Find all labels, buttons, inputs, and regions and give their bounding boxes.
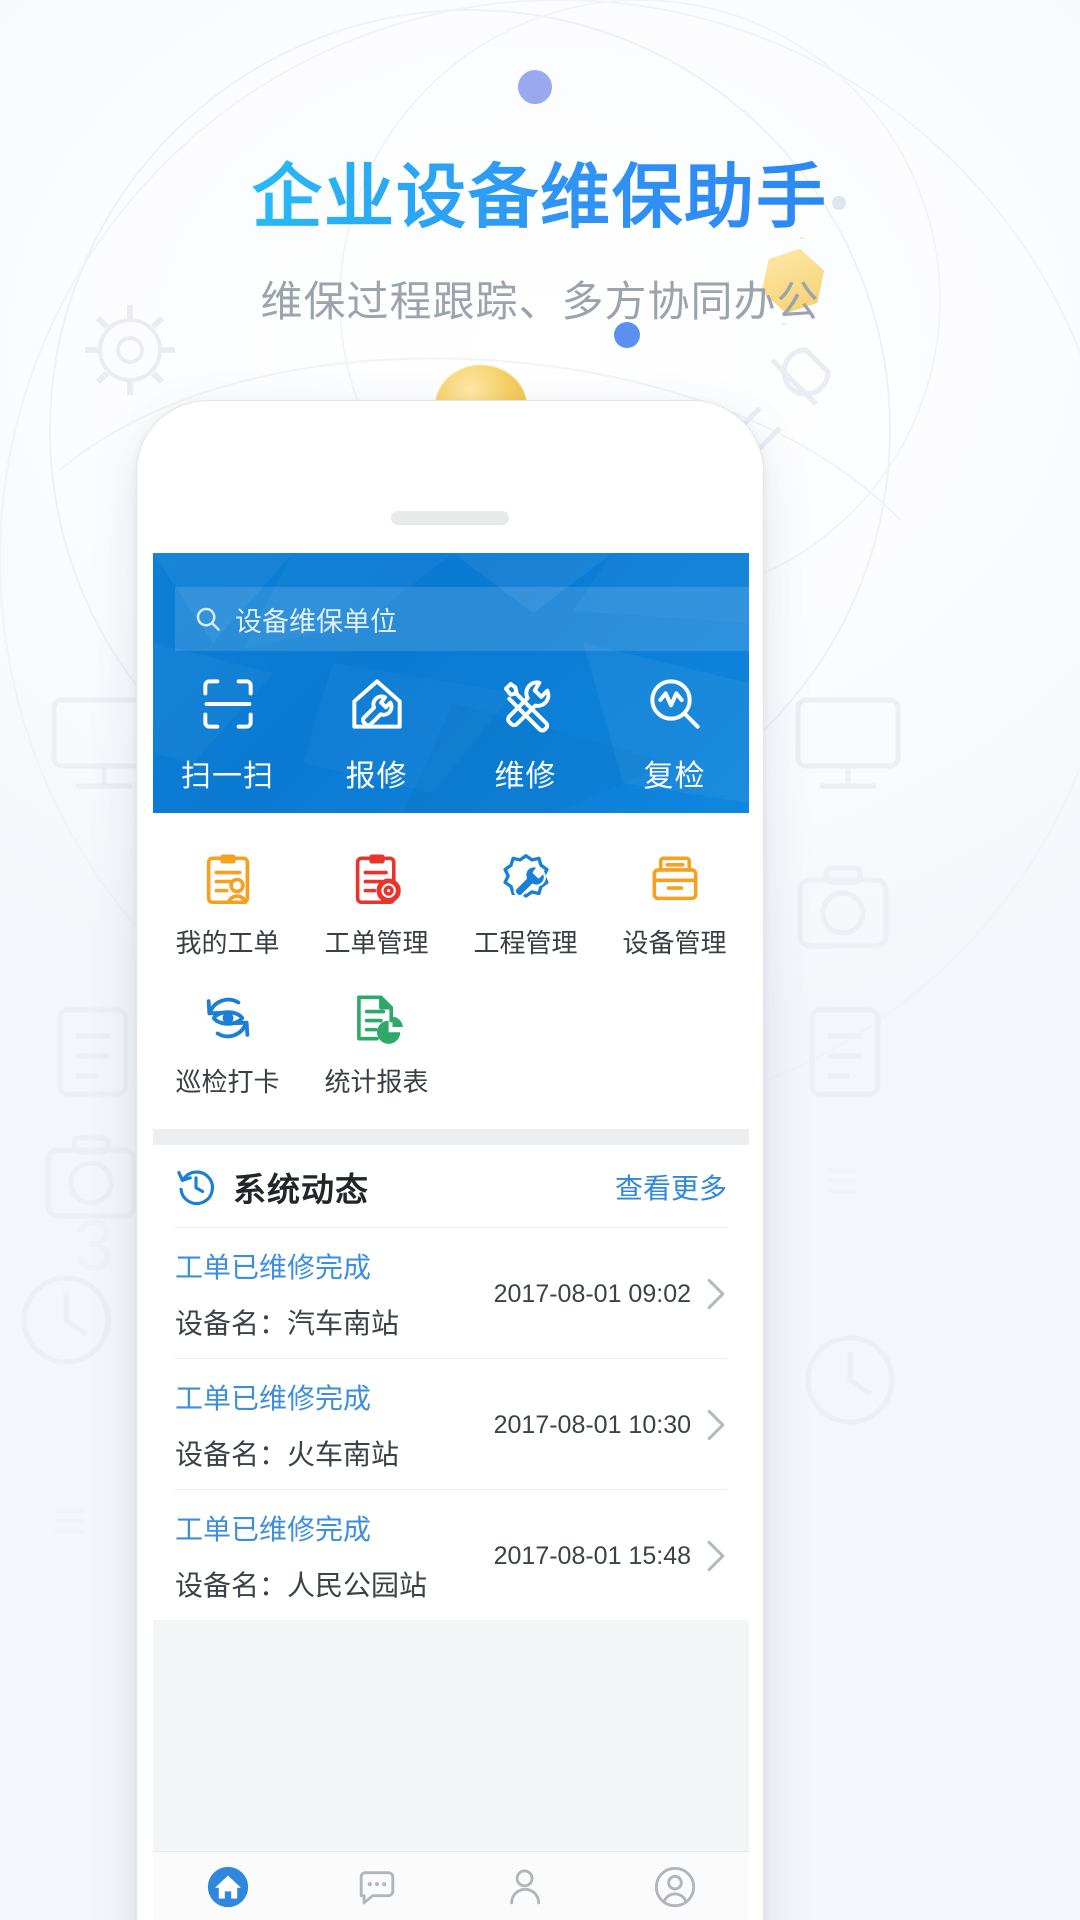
decor-dot-purple [518, 70, 552, 104]
grid-item-label: 工程管理 [473, 928, 578, 958]
contacts-icon [503, 1863, 549, 1911]
tab-contacts[interactable]: 联系人 [451, 1852, 600, 1920]
hammer-wrench-icon [451, 671, 600, 737]
grid-item-project-management[interactable]: 工程管理 [451, 835, 600, 974]
report-pie-icon [302, 986, 451, 1050]
list-item-device: 设备名：汽车南站 [175, 1308, 400, 1339]
quick-action-scan[interactable]: 扫一扫 [153, 671, 302, 795]
ghost-gauge-icon [805, 1335, 895, 1425]
tab-work[interactable]: 工作 [153, 1852, 302, 1920]
clipboard-person-icon [153, 847, 302, 911]
ghost-glyph-2: ≡ [52, 1488, 86, 1553]
view-more-link[interactable]: 查看更多 [615, 1167, 727, 1207]
grid-item-empty-2 [600, 974, 749, 1113]
grid-item-label: 设备管理 [622, 928, 727, 958]
function-grid-row-1: 我的工单 工单管理 工程管理 设备管理 [153, 835, 749, 974]
profile-icon [652, 1863, 698, 1911]
search-input[interactable]: 设备维保单位 [175, 587, 749, 651]
list-item-status: 工单已维修完成 [175, 1383, 372, 1414]
app-screen: 设备维保单位 扫一扫 报修 维修 复检 我的工单 工单管理 工程管理 设备管理 … [153, 553, 749, 1920]
ghost-monitor-icon [795, 697, 901, 789]
chevron-right-icon [707, 1278, 725, 1310]
device-box-icon [600, 847, 749, 911]
quick-action-recheck[interactable]: 复检 [600, 671, 749, 795]
system-dynamics-section: 系统动态 查看更多 工单已维修完成 设备名：汽车南站 2017-08-01 09… [153, 1145, 749, 1620]
home-icon [205, 1863, 251, 1911]
grid-item-my-orders[interactable]: 我的工单 [153, 835, 302, 974]
list-item-text: 工单已维修完成 设备名：人民公园站 [175, 1508, 494, 1604]
quick-action-report[interactable]: 报修 [302, 671, 451, 795]
grid-item-label: 统计报表 [324, 1067, 429, 1097]
list-item-time: 2017-08-01 15:48 [493, 1541, 691, 1570]
ghost-glyph-3: ≡ [826, 1148, 860, 1213]
promo-subtitle: 维保过程跟踪、多方协同办公 [260, 278, 820, 325]
gear-wrench-icon [451, 847, 600, 911]
grid-item-label: 我的工单 [175, 928, 280, 958]
list-item[interactable]: 工单已维修完成 设备名：人民公园站 2017-08-01 15:48 [175, 1489, 727, 1620]
magnifier-wave-icon [600, 671, 749, 737]
tab-profile[interactable]: 我的 [600, 1852, 749, 1920]
list-item-status: 工单已维修完成 [175, 1514, 372, 1545]
chevron-right-icon [707, 1540, 725, 1572]
function-grid-row-2: 巡检打卡 统计报表 [153, 974, 749, 1113]
grid-item-device-management[interactable]: 设备管理 [600, 835, 749, 974]
grid-item-order-management[interactable]: 工单管理 [302, 835, 451, 974]
grid-item-empty-1 [451, 974, 600, 1113]
house-wrench-icon [302, 671, 451, 737]
ghost-glyph: 3 [74, 1206, 114, 1286]
promo-title: 企业设备维保助手 [0, 155, 1080, 239]
ghost-gauge-icon-2 [21, 1275, 111, 1365]
home-icon-svg [207, 1866, 248, 1908]
grid-item-label: 巡检打卡 [175, 1067, 280, 1097]
list-item[interactable]: 工单已维修完成 设备名：火车南站 2017-08-01 10:30 [175, 1358, 727, 1489]
ghost-camera-icon-2 [45, 1135, 137, 1219]
list-item-device: 设备名：人民公园站 [175, 1570, 428, 1601]
search-icon [196, 607, 220, 631]
function-grid: 我的工单 工单管理 工程管理 设备管理 巡检打卡 统计报表 [153, 813, 749, 1129]
system-dynamics-title: 系统动态 [233, 1171, 369, 1208]
phone-mockup: 设备维保单位 扫一扫 报修 维修 复检 我的工单 工单管理 工程管理 设备管理 … [136, 400, 764, 1920]
ghost-clipboard-icon-2 [809, 1007, 881, 1097]
search-placeholder: 设备维保单位 [235, 606, 397, 637]
list-item-status: 工单已维修完成 [175, 1252, 372, 1283]
bottom-tab-bar: 工作 消息 [153, 1851, 749, 1920]
ghost-clipboard-icon [57, 1007, 129, 1097]
system-dynamics-header: 系统动态 查看更多 [153, 1145, 749, 1227]
ghost-camera-icon [797, 865, 889, 949]
system-dynamics-list: 工单已维修完成 设备名：汽车南站 2017-08-01 09:02 工单已维修完… [153, 1227, 749, 1620]
quick-action-label: 扫一扫 [181, 760, 274, 793]
chevron-right-icon [707, 1409, 725, 1441]
history-clock-icon [177, 1170, 214, 1206]
grid-item-statistics-report[interactable]: 统计报表 [302, 974, 451, 1113]
chat-icon [354, 1863, 400, 1911]
list-item-time: 2017-08-01 09:02 [493, 1279, 691, 1308]
list-item-text: 工单已维修完成 设备名：汽车南站 [175, 1246, 494, 1342]
list-item-device: 设备名：火车南站 [175, 1439, 400, 1470]
quick-action-row: 扫一扫 报修 维修 复检 [153, 671, 749, 795]
app-header: 设备维保单位 扫一扫 报修 维修 复检 [153, 553, 749, 813]
quick-action-label: 报修 [345, 760, 408, 793]
quick-action-label: 复检 [643, 760, 706, 793]
list-item-text: 工单已维修完成 设备名：火车南站 [175, 1377, 494, 1473]
grid-item-label: 工单管理 [324, 928, 429, 958]
quick-action-label: 维修 [494, 760, 557, 793]
quick-action-repair[interactable]: 维修 [451, 671, 600, 795]
tab-messages[interactable]: 消息 [302, 1852, 451, 1920]
phone-speaker [391, 511, 509, 525]
section-divider [153, 1129, 749, 1145]
clipboard-gear-icon [302, 847, 451, 911]
eye-refresh-icon [153, 986, 302, 1050]
grid-item-inspection-checkin[interactable]: 巡检打卡 [153, 974, 302, 1113]
list-item-time: 2017-08-01 10:30 [493, 1410, 691, 1439]
list-item[interactable]: 工单已维修完成 设备名：汽车南站 2017-08-01 09:02 [175, 1227, 727, 1358]
scan-icon [153, 671, 302, 737]
